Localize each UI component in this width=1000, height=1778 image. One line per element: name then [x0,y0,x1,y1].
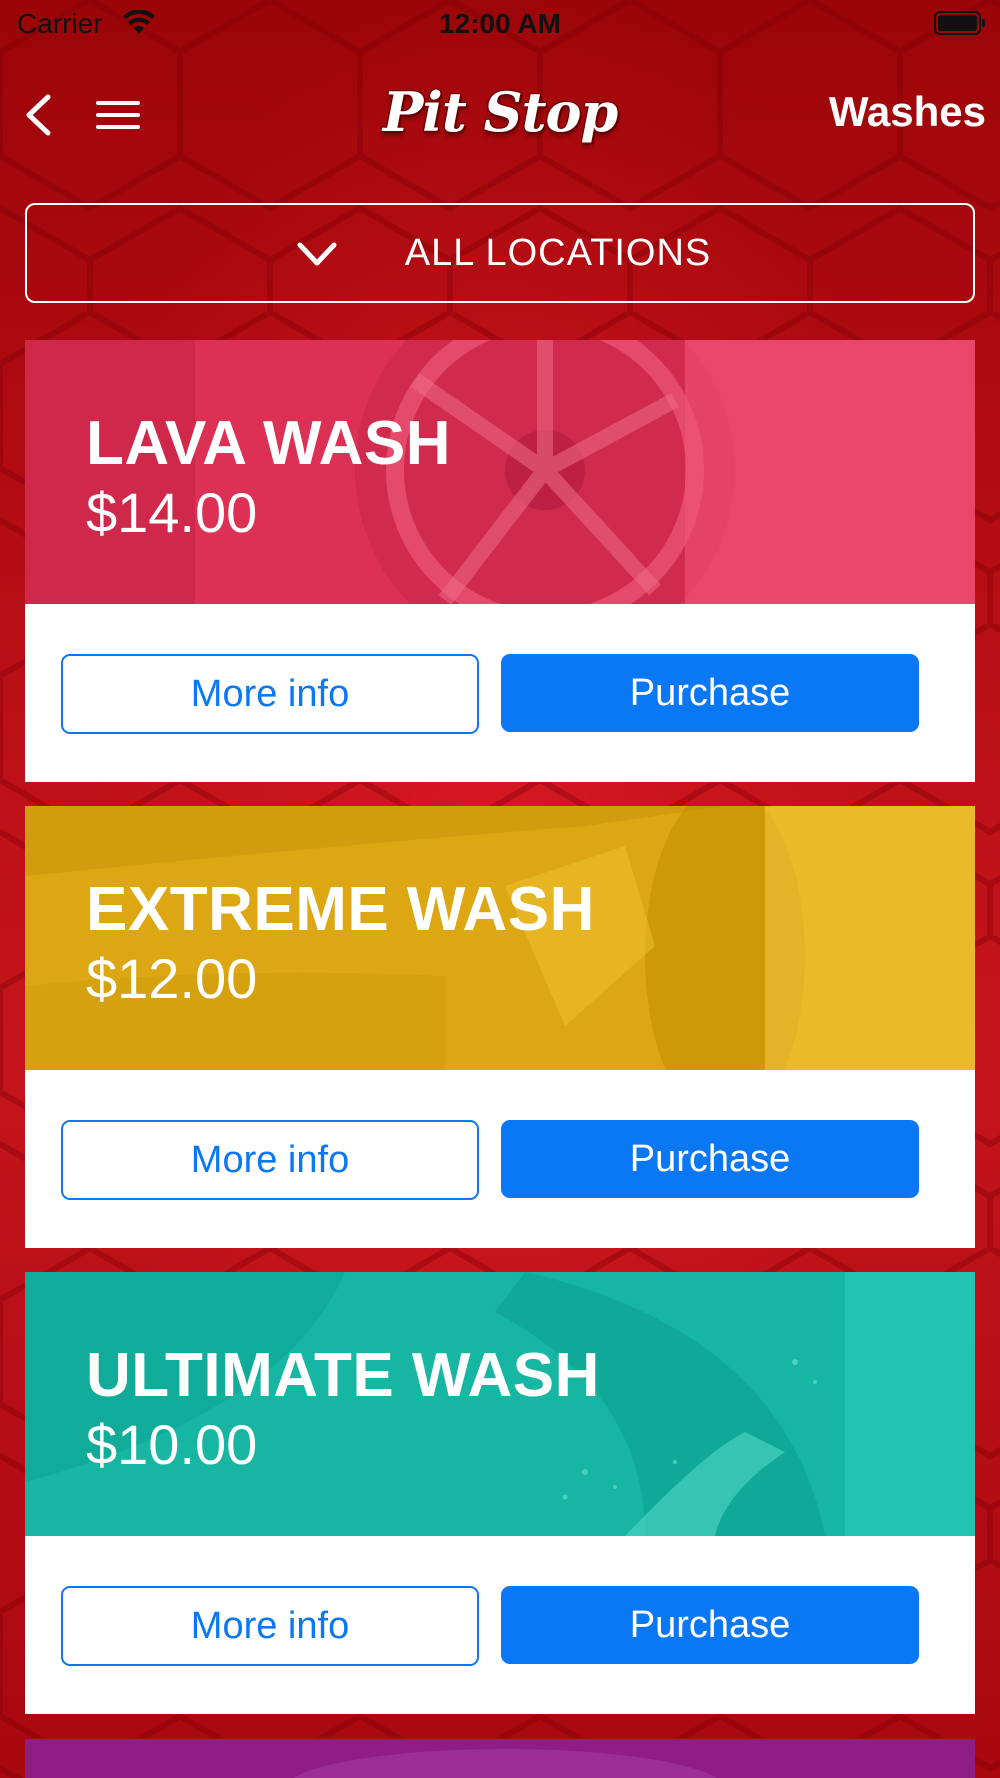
more-info-button[interactable]: More info [61,1120,479,1200]
wash-price: $10.00 [86,1413,258,1476]
status-bar: Carrier 12:00 AM [0,0,1000,50]
wash-name: ULTIMATE WASH [86,1341,600,1410]
more-info-button[interactable]: More info [61,654,479,734]
wash-card-lava: LAVA WASH $14.00 More info Purchase [25,340,975,782]
wash-banner: ULTIMATE WASH $10.00 [25,1272,975,1536]
wash-banner: LAVA WASH $14.00 [25,340,975,604]
purchase-button[interactable]: Purchase [501,654,919,732]
chevron-down-icon [297,242,337,266]
wash-actions: More info Purchase [61,654,919,734]
wash-card-partial [25,1739,975,1778]
location-selector[interactable]: ALL LOCATIONS [25,203,975,303]
purchase-button[interactable]: Purchase [501,1120,919,1198]
wash-banner: EXTREME WASH $12.00 [25,806,975,1070]
wash-card-ultimate: ULTIMATE WASH $10.00 More info Purchase [25,1272,975,1714]
wash-name: EXTREME WASH [86,875,595,944]
wash-card-extreme: EXTREME WASH $12.00 More info Purchase [25,806,975,1248]
location-label: ALL LOCATIONS [404,231,712,274]
wash-price: $14.00 [86,481,258,544]
wash-name: LAVA WASH [86,409,451,478]
navigation-bar: Pit Stop Washes [0,70,1000,160]
more-info-button[interactable]: More info [61,1586,479,1666]
wash-banner-image [25,1739,975,1778]
clock: 12:00 AM [439,8,561,39]
purchase-button[interactable]: Purchase [501,1586,919,1664]
page-title: Washes [828,88,986,135]
wash-actions: More info Purchase [61,1586,919,1666]
wash-price: $12.00 [86,947,258,1010]
battery-icon [934,11,985,35]
wash-actions: More info Purchase [61,1120,919,1200]
